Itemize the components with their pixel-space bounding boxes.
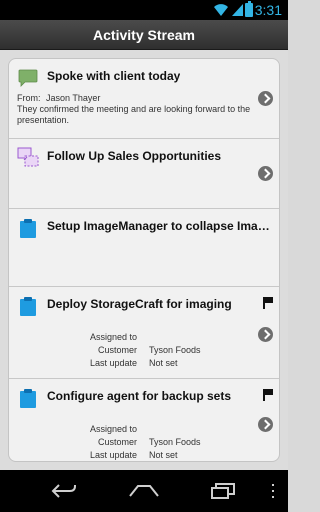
last-update-label: Last update (89, 450, 137, 460)
chevron-right-icon[interactable] (258, 417, 273, 432)
chevron-right-icon[interactable] (258, 166, 273, 181)
last-update-value: Not set (149, 450, 178, 460)
activity-list: Spoke with client today From: Jason Thay… (8, 58, 280, 462)
status-bar: 3:31 (0, 0, 288, 20)
battery-icon (245, 1, 253, 17)
list-item[interactable]: Setup ImageManager to collapse Image c..… (9, 209, 279, 287)
item-title: Deploy StorageCraft for imaging (47, 297, 232, 311)
list-item[interactable]: Configure agent for backup sets Assigned… (9, 379, 279, 461)
customer-label: Customer (97, 437, 137, 447)
speech-bubble-icon (18, 69, 38, 87)
clipboard-icon (20, 389, 36, 408)
last-update-label: Last update (89, 358, 137, 368)
content-area[interactable]: Spoke with client today From: Jason Thay… (0, 50, 288, 470)
from-value: Jason Thayer (46, 93, 101, 103)
clipboard-icon (20, 297, 36, 316)
clock: 3:31 (254, 2, 282, 18)
recent-apps-icon[interactable] (210, 480, 238, 502)
navigation-bar (0, 470, 288, 512)
list-item[interactable]: Spoke with client today From: Jason Thay… (9, 59, 279, 139)
back-icon[interactable] (50, 480, 78, 502)
customer-label: Customer (97, 345, 137, 355)
list-item[interactable]: Follow Up Sales Opportunities (9, 139, 279, 209)
page-title: Activity Stream (93, 27, 195, 43)
item-title: Follow Up Sales Opportunities (47, 149, 222, 163)
home-icon[interactable] (128, 480, 160, 502)
clipboard-icon (20, 219, 36, 238)
chevron-right-icon[interactable] (258, 91, 273, 106)
item-title: Spoke with client today (47, 69, 181, 83)
signal-icon (232, 4, 243, 16)
opportunity-icon (17, 147, 39, 167)
item-title: Configure agent for backup sets (47, 389, 232, 403)
chevron-right-icon[interactable] (258, 327, 273, 342)
action-bar: Activity Stream (0, 20, 288, 50)
flag-icon[interactable] (263, 389, 273, 401)
assigned-to-label: Assigned to (89, 424, 137, 434)
from-label: From: (17, 93, 41, 103)
overflow-menu-icon[interactable] (270, 480, 276, 502)
item-description: They confirmed the meeting and are looki… (17, 104, 251, 125)
flag-icon[interactable] (263, 297, 273, 309)
list-item[interactable]: Deploy StorageCraft for imaging Assigned… (9, 287, 279, 379)
customer-value: Tyson Foods (149, 345, 201, 355)
item-title: Setup ImageManager to collapse Image c..… (47, 219, 275, 233)
customer-value: Tyson Foods (149, 437, 201, 447)
wifi-icon (214, 4, 228, 16)
assigned-to-label: Assigned to (89, 332, 137, 342)
last-update-value: Not set (149, 358, 178, 368)
